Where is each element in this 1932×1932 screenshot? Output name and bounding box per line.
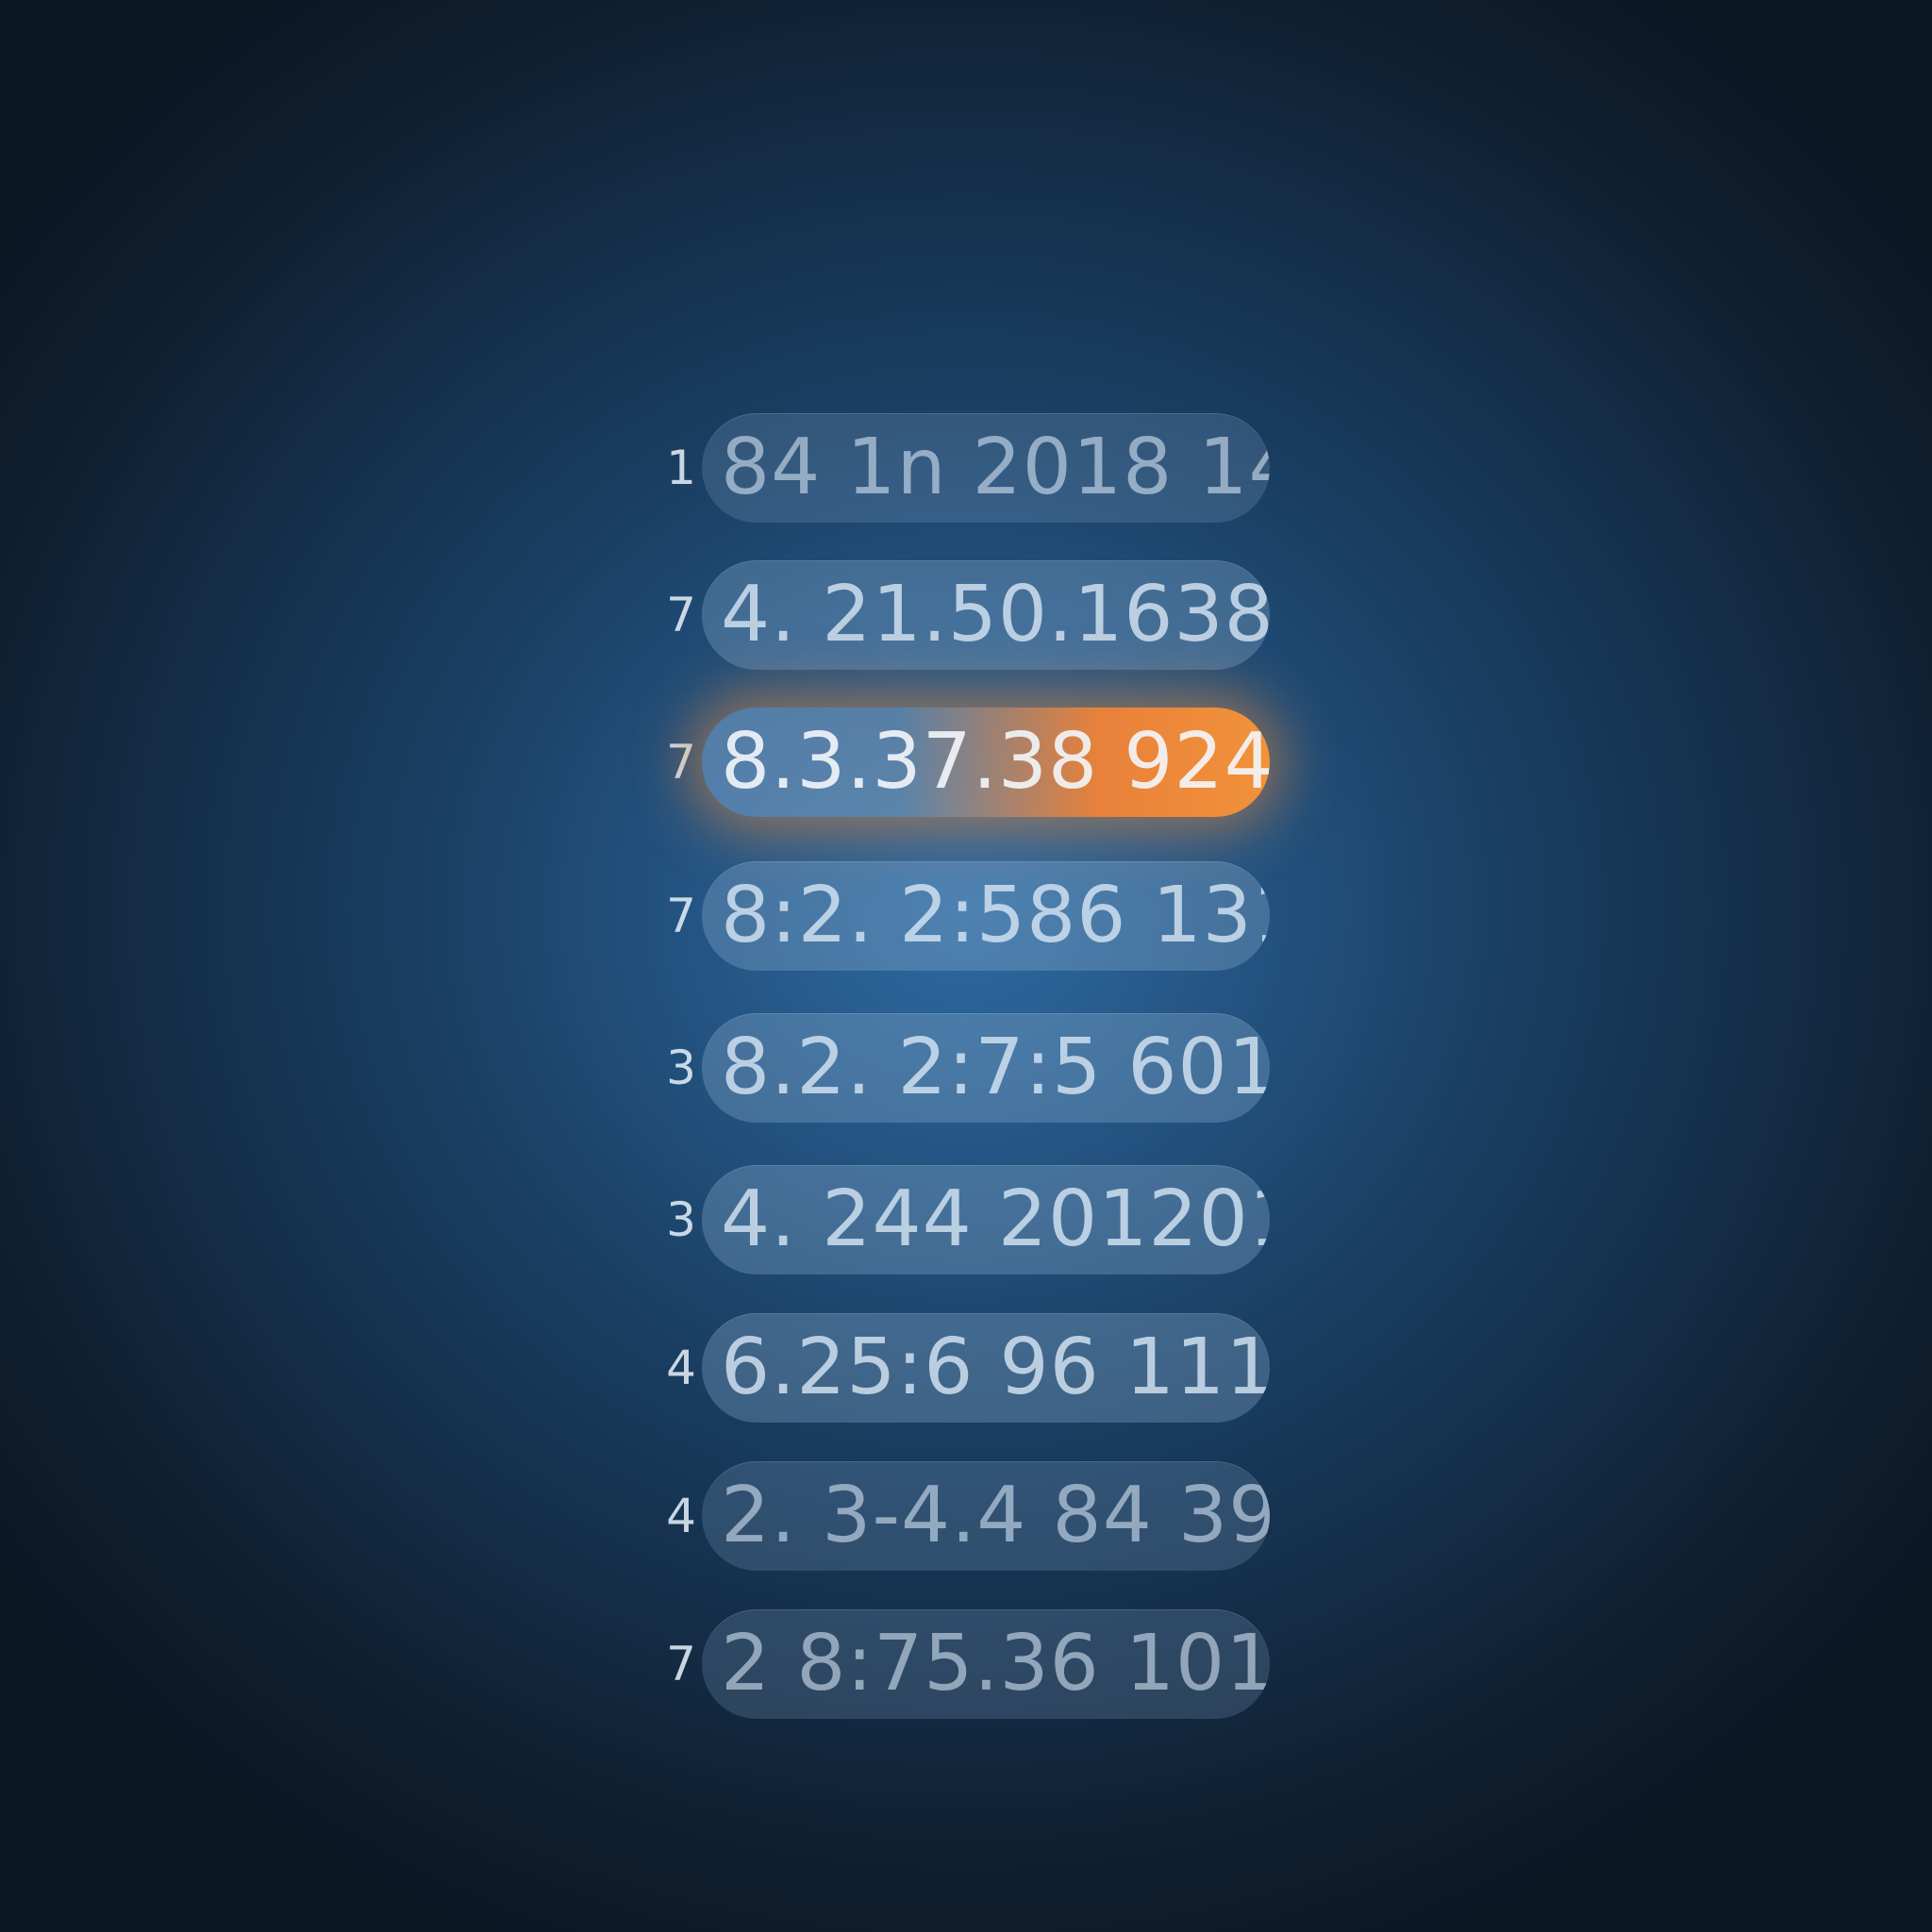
value-text: 6.25:6 96 1118 bbox=[721, 1323, 1270, 1412]
row-index: 7 bbox=[666, 588, 696, 642]
list-item-selected[interactable]: 7 8.3.37.38 924 bbox=[660, 708, 1274, 817]
list-item[interactable]: 1 84 1n 2018 14 bbox=[660, 413, 1274, 523]
list-item[interactable]: 4 2. 3-4.4 84 3915 bbox=[660, 1461, 1274, 1571]
value-pill-highlighted[interactable]: 8.3.37.38 924 bbox=[702, 708, 1270, 817]
value-pill[interactable]: 8.2. 2:7:5 60118 bbox=[702, 1013, 1270, 1123]
row-index: 3 bbox=[666, 1192, 696, 1247]
value-text: 8:2. 2:586 1313 bbox=[721, 871, 1270, 960]
value-text: 8.2. 2:7:5 60118 bbox=[721, 1023, 1270, 1112]
value-pill[interactable]: 4. 21.50.163849 bbox=[702, 560, 1270, 670]
row-index: 7 bbox=[666, 735, 696, 790]
value-text: 4. 21.50.163849 bbox=[721, 570, 1270, 659]
value-text: 84 1n 2018 14 bbox=[721, 423, 1270, 512]
value-text: 2. 3-4.4 84 3915 bbox=[721, 1471, 1270, 1560]
value-text: 2 8:75.36 1015 bbox=[721, 1619, 1270, 1708]
row-index: 4 bbox=[666, 1341, 696, 1395]
list-item[interactable]: 3 4. 244 2012018 bbox=[660, 1165, 1274, 1274]
list-item[interactable]: 7 8:2. 2:586 1313 bbox=[660, 861, 1274, 971]
value-pill[interactable]: 4. 244 2012018 bbox=[702, 1165, 1270, 1274]
value-pill[interactable]: 8:2. 2:586 1313 bbox=[702, 861, 1270, 971]
row-index: 4 bbox=[666, 1489, 696, 1543]
value-pill[interactable]: 2. 3-4.4 84 3915 bbox=[702, 1461, 1270, 1571]
row-index: 7 bbox=[666, 889, 696, 943]
value-pill[interactable]: 2 8:75.36 1015 bbox=[702, 1609, 1270, 1719]
row-index: 3 bbox=[666, 1041, 696, 1095]
list-item[interactable]: 7 4. 21.50.163849 bbox=[660, 560, 1274, 670]
value-text: 8.3.37.38 924 bbox=[721, 717, 1270, 807]
row-index: 1 bbox=[666, 441, 696, 495]
list-item[interactable]: 3 8.2. 2:7:5 60118 bbox=[660, 1013, 1274, 1123]
value-pill[interactable]: 84 1n 2018 14 bbox=[702, 413, 1270, 523]
value-pill[interactable]: 6.25:6 96 1118 bbox=[702, 1313, 1270, 1423]
number-list: 1 84 1n 2018 14 7 4. 21.50.163849 7 8.3.… bbox=[660, 413, 1274, 1720]
value-text: 4. 244 2012018 bbox=[721, 1174, 1270, 1264]
list-item[interactable]: 7 2 8:75.36 1015 bbox=[660, 1609, 1274, 1719]
list-item[interactable]: 4 6.25:6 96 1118 bbox=[660, 1313, 1274, 1423]
row-index: 7 bbox=[666, 1637, 696, 1691]
